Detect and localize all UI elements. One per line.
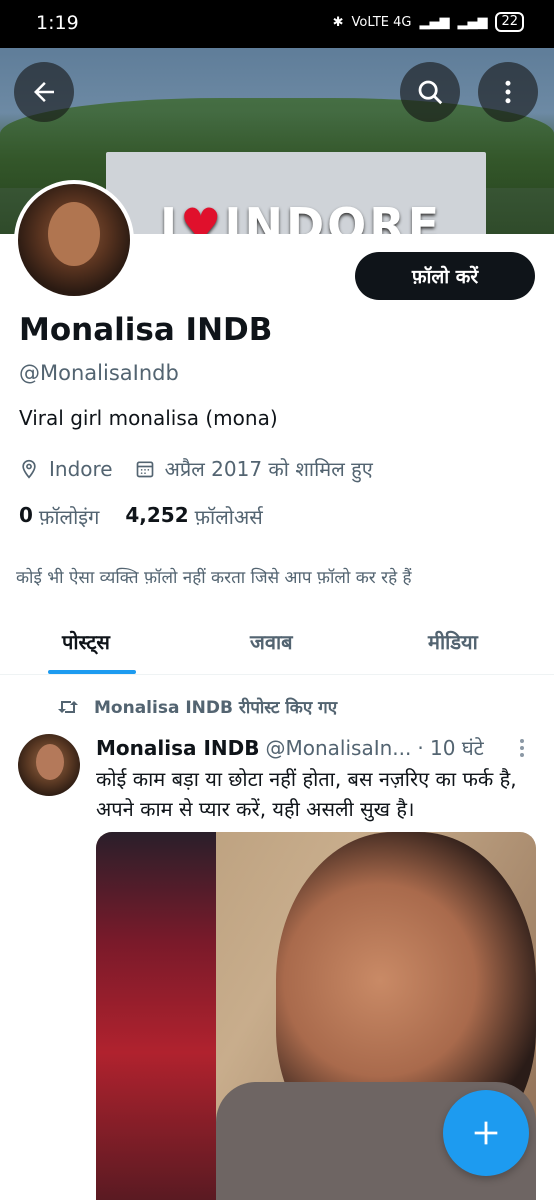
repost-indicator: Monalisa INDB रीपोस्ट किए गए xyxy=(56,695,337,718)
following-count[interactable]: 0 xyxy=(19,503,33,530)
joined-text: अप्रैल 2017 को शामिल हुए xyxy=(164,457,373,481)
battery-icon: 22 xyxy=(495,12,524,32)
arrow-left-icon xyxy=(34,82,54,102)
avatar-face xyxy=(48,202,100,266)
profile-bio: Viral girl monalisa (mona) xyxy=(19,406,278,430)
profile-name: Monalisa INDB xyxy=(19,312,273,348)
location-pin-icon xyxy=(22,459,36,479)
location-item: Indore xyxy=(19,457,113,481)
signal-icon: ▂▄▆ xyxy=(419,14,450,30)
tweet-author-name[interactable]: Monalisa INDB xyxy=(96,736,259,760)
media-left-figure xyxy=(96,832,216,1200)
follow-button[interactable]: फ़ॉलो करें xyxy=(355,252,535,300)
calendar-icon xyxy=(136,461,153,477)
tweet-more-button[interactable] xyxy=(512,736,532,760)
back-button[interactable] xyxy=(14,62,74,122)
status-icons: ✱ VoLTE 4G ▂▄▆ ▂▄▆ 22 xyxy=(333,12,524,32)
status-time: 1:19 xyxy=(36,12,79,34)
followers-label[interactable]: फ़ॉलोअर्स xyxy=(195,503,263,530)
plus-icon xyxy=(474,1121,498,1145)
more-button[interactable] xyxy=(478,62,538,122)
banner-sign-text: I♥INDORE xyxy=(160,198,442,234)
status-bar: 1:19 ✱ VoLTE 4G ▂▄▆ ▂▄▆ 22 xyxy=(0,0,554,48)
more-vertical-icon xyxy=(520,739,524,757)
following-label[interactable]: फ़ॉलोइंग xyxy=(39,503,99,530)
tweet-avatar[interactable] xyxy=(18,734,80,796)
network-label: VoLTE 4G xyxy=(351,14,412,30)
repost-label: Monalisa INDB रीपोस्ट किए गए xyxy=(94,698,338,718)
tab-replies[interactable]: जवाब xyxy=(250,628,293,655)
tweet-author-handle: @MonalisaIn... xyxy=(265,735,412,760)
joined-item: अप्रैल 2017 को शामिल हुए xyxy=(135,455,373,482)
follow-counts: 0 फ़ॉलोइंग 4,252 फ़ॉलोअर्स xyxy=(19,503,289,530)
repost-icon xyxy=(58,700,78,713)
search-icon xyxy=(418,80,443,105)
followers-count[interactable]: 4,252 xyxy=(125,503,188,530)
location-text: Indore xyxy=(49,456,113,481)
signal-icon-2: ▂▄▆ xyxy=(457,14,488,30)
compose-fab-button[interactable] xyxy=(443,1090,529,1176)
avatar-face xyxy=(36,744,64,780)
search-button[interactable] xyxy=(400,62,460,122)
profile-meta: Indore अप्रैल 2017 को शामिल हुए xyxy=(19,455,395,482)
tab-posts[interactable]: पोस्ट्स xyxy=(62,628,110,655)
profile-handle: @MonalisaIndb xyxy=(19,361,179,385)
profile-tabs: पोस्ट्स जवाब मीडिया xyxy=(0,610,554,675)
heart-icon: ♥ xyxy=(180,198,225,234)
tweet-header: Monalisa INDB @MonalisaIn... · 10 घंटे xyxy=(96,734,536,761)
tweet-text: कोई काम बड़ा या छोटा नहीं होता, बस नज़रि… xyxy=(96,767,517,821)
active-tab-indicator xyxy=(48,670,136,674)
no-mutual-followers-text: कोई भी ऐसा व्यक्ति फ़ॉलो नहीं करता जिसे … xyxy=(16,568,412,588)
tab-media[interactable]: मीडिया xyxy=(428,628,478,655)
bluetooth-icon: ✱ xyxy=(332,14,344,30)
more-vertical-icon xyxy=(505,80,511,104)
tweet-time: · 10 घंटे xyxy=(417,736,484,760)
profile-avatar[interactable] xyxy=(14,180,134,300)
